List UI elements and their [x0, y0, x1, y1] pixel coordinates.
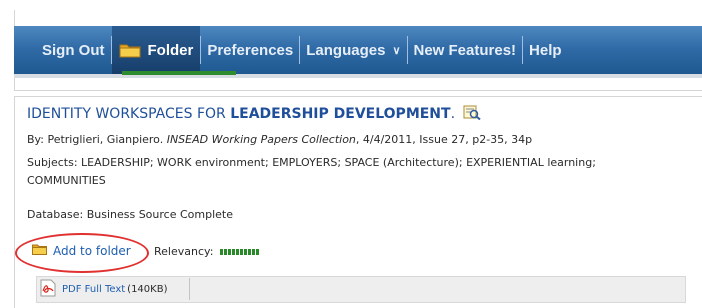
nav-languages-label: Languages	[306, 41, 386, 59]
pdf-fulltext-label: PDF Full Text	[62, 283, 126, 295]
relevancy-segment	[244, 248, 248, 255]
byline-details: , 4/4/2011, Issue 27, p2-35, 34p	[355, 133, 533, 146]
relevancy-segment	[248, 248, 252, 255]
record-subjects-continued: COMMUNITIES	[27, 174, 106, 187]
preview-magnifier-icon[interactable]	[463, 105, 482, 124]
add-to-folder-link[interactable]: Add to folder	[32, 243, 131, 258]
record-subjects: Subjects: LEADERSHIP; WORK environment; …	[27, 156, 596, 169]
chevron-down-icon: ∨	[392, 44, 401, 57]
record-title[interactable]: IDENTITY WORKSPACES FOR LEADERSHIP DEVEL…	[27, 105, 482, 124]
pdf-fulltext-link[interactable]: PDF Full Text (140KB)	[40, 278, 167, 300]
relevancy-segment	[220, 248, 224, 255]
relevancy-segment	[236, 248, 240, 255]
folder-icon	[119, 42, 141, 58]
relevancy-segment	[252, 248, 256, 255]
folder-icon	[32, 243, 47, 258]
nav-new-features[interactable]: New Features!	[408, 26, 523, 74]
nav-sign-out-label: Sign Out	[42, 41, 105, 59]
relevancy-segment	[224, 248, 228, 255]
title-end: .	[450, 106, 456, 122]
nav-help[interactable]: Help	[523, 26, 568, 74]
nav-folder-label: Folder	[147, 41, 194, 59]
active-tab-indicator	[122, 71, 236, 75]
relevancy-meter	[220, 248, 260, 255]
relevancy-segment	[232, 248, 236, 255]
nav-folder[interactable]: Folder	[111, 26, 201, 74]
byline-author: By: Petriglieri, Gianpiero.	[27, 133, 167, 146]
nav-languages[interactable]: Languages ∨	[300, 26, 406, 74]
nav-preferences-label: Preferences	[207, 41, 294, 59]
toolbar-divider	[14, 74, 702, 78]
add-to-folder-label: Add to folder	[53, 243, 131, 258]
nav-help-label: Help	[529, 41, 562, 59]
title-text: IDENTITY WORKSPACES FOR	[27, 106, 231, 122]
nav-menu: Sign Out Folder Preferences Languages ∨ …	[36, 26, 568, 74]
relevancy-indicator: Relevancy:	[154, 245, 260, 258]
pdf-fulltext-size: (140KB)	[127, 283, 168, 295]
relevancy-segment	[256, 248, 260, 255]
pdf-icon	[40, 279, 56, 300]
relevancy-label: Relevancy:	[154, 245, 214, 258]
relevancy-segment	[240, 248, 244, 255]
nav-new-features-label: New Features!	[413, 41, 517, 59]
byline-source: INSEAD Working Papers Collection	[166, 133, 356, 146]
title-highlight: LEADERSHIP DEVELOPMENT	[230, 106, 451, 122]
nav-preferences[interactable]: Preferences	[201, 26, 299, 74]
fulltext-divider	[189, 278, 190, 300]
record-byline: By: Petriglieri, Gianpiero. INSEAD Worki…	[27, 133, 532, 146]
relevancy-segment	[228, 248, 232, 255]
record-database: Database: Business Source Complete	[27, 208, 233, 221]
nav-sign-out[interactable]: Sign Out	[36, 26, 111, 74]
